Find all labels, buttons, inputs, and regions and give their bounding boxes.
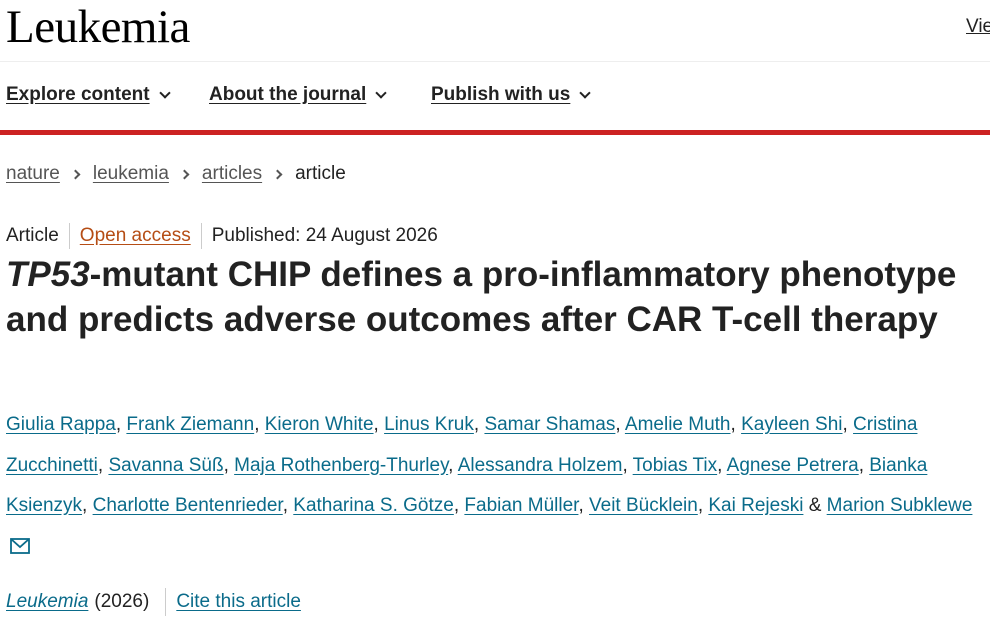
nav-explore-content-label: Explore content <box>6 84 150 105</box>
author-link[interactable]: Veit Bücklein <box>589 495 698 516</box>
author-link-corresponding[interactable]: Marion Subklewe <box>827 495 973 516</box>
author-conjunction: & <box>808 495 822 516</box>
citation-divider <box>165 588 167 616</box>
meta-divider <box>68 223 70 249</box>
chevron-down-icon <box>579 86 592 99</box>
published-date: Published: 24 August 2026 <box>211 225 438 246</box>
author-link[interactable]: Charlotte Bentenrieder <box>93 495 283 516</box>
article-type: Article <box>6 225 59 246</box>
article-meta: Article Open access Published: 24 August… <box>6 223 438 249</box>
author-link[interactable]: Kayleen Shi <box>741 414 842 435</box>
meta-divider <box>200 223 202 249</box>
breadcrumb-current: article <box>295 163 346 184</box>
citation-year: (2026) <box>94 591 150 612</box>
author-link[interactable]: Frank Ziemann <box>126 414 254 435</box>
chevron-right-icon <box>70 169 81 179</box>
author-link[interactable]: Katharina S. Götze <box>293 495 454 516</box>
author-link[interactable]: Tobias Tix <box>633 455 717 476</box>
view-link[interactable]: Vie <box>966 16 990 38</box>
nav-about-journal[interactable]: About the journal <box>209 84 387 106</box>
title-rest: -mutant CHIP defines a pro-inflammatory … <box>6 255 957 339</box>
author-link[interactable]: Agnese Petrera <box>727 455 859 476</box>
site-header: Leukemia Vie <box>0 0 990 62</box>
mail-icon[interactable] <box>10 529 30 570</box>
open-access-link[interactable]: Open access <box>80 225 191 247</box>
author-link[interactable]: Kieron White <box>265 414 374 435</box>
author-list: Giulia Rappa, Frank Ziemann, Kieron Whit… <box>6 405 981 569</box>
cite-this-article-link[interactable]: Cite this article <box>176 591 301 613</box>
author-link[interactable]: Savanna Süß <box>108 455 223 476</box>
nav-about-journal-label: About the journal <box>209 84 367 105</box>
breadcrumb-leukemia[interactable]: leukemia <box>93 163 169 185</box>
chevron-down-icon <box>375 86 387 99</box>
chevron-down-icon <box>158 86 171 99</box>
journal-logo[interactable]: Leukemia <box>6 1 190 54</box>
author-link[interactable]: Maja Rothenberg-Thurley <box>234 455 448 476</box>
citation-journal-link[interactable]: Leukemia <box>6 591 88 613</box>
breadcrumb: nature leukemia articles article <box>6 163 346 185</box>
author-link[interactable]: Samar Shamas <box>484 414 615 435</box>
nav-explore-content[interactable]: Explore content <box>6 84 171 106</box>
author-link[interactable]: Alessandra Holzem <box>458 455 623 476</box>
nav-publish-with-us[interactable]: Publish with us <box>431 84 592 106</box>
author-link[interactable]: Linus Kruk <box>384 414 474 435</box>
breadcrumb-articles[interactable]: articles <box>202 163 262 185</box>
citation: Leukemia (2026) Cite this article <box>6 588 301 616</box>
chevron-right-icon <box>179 169 190 179</box>
nav-divider <box>0 130 990 135</box>
nav-publish-with-us-label: Publish with us <box>431 84 571 105</box>
author-link[interactable]: Fabian Müller <box>464 495 578 516</box>
article-title: TP53-mutant CHIP defines a pro-inflammat… <box>6 252 966 342</box>
main-nav: Explore content About the journal Publis… <box>0 62 990 130</box>
title-gene: TP53 <box>6 255 90 294</box>
author-link[interactable]: Kai Rejeski <box>708 495 803 516</box>
chevron-right-icon <box>272 169 283 179</box>
author-link[interactable]: Amelie Muth <box>625 414 731 435</box>
author-link[interactable]: Giulia Rappa <box>6 414 116 435</box>
breadcrumb-nature[interactable]: nature <box>6 163 60 185</box>
